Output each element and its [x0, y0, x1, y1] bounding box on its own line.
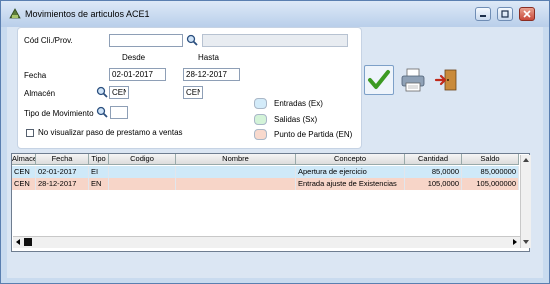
- maximize-icon: [501, 10, 509, 18]
- cell-nombre: [176, 178, 296, 190]
- legend-entradas-label: Entradas (Ex): [274, 99, 323, 108]
- tipo-search-icon[interactable]: [96, 106, 108, 118]
- horizontal-scroll-thumb[interactable]: [24, 238, 32, 246]
- column-header-cantidad[interactable]: Cantidad: [405, 154, 462, 165]
- fecha-hasta-input[interactable]: [183, 68, 240, 81]
- movimientos-window: Movimientos de articulos ACE1 Cód Cli./P…: [0, 0, 550, 284]
- scroll-down-icon[interactable]: [521, 237, 531, 247]
- no-visualizar-checkbox[interactable]: [26, 129, 34, 137]
- column-header-nombre[interactable]: Nombre: [176, 154, 296, 165]
- cell-saldo: 85,000000: [462, 166, 519, 178]
- legend-salidas-label: Salidas (Sx): [274, 115, 318, 124]
- printer-icon: [401, 68, 425, 92]
- hasta-label: Hasta: [198, 53, 219, 62]
- cell-tipo: EN: [89, 178, 109, 190]
- legend-punto-label: Punto de Partida (EN): [274, 130, 353, 139]
- scroll-right-icon[interactable]: [510, 237, 520, 247]
- legend-salidas-swatch: [254, 114, 267, 125]
- cod-label: Cód Cli./Prov.: [24, 36, 73, 45]
- maximize-button[interactable]: [497, 7, 513, 21]
- column-header-saldo[interactable]: Saldo: [462, 154, 519, 165]
- client-area: Cód Cli./Prov. Desde Hasta Fecha Almacén…: [7, 27, 543, 278]
- scroll-left-icon[interactable]: [13, 237, 23, 247]
- almacen-label: Almacén: [24, 89, 56, 98]
- almacen-search-icon[interactable]: [96, 86, 108, 98]
- cell-concepto: Apertura de ejercicio: [296, 166, 405, 178]
- desde-label: Desde: [122, 53, 146, 62]
- cell-fecha: 28-12-2017: [36, 178, 89, 190]
- almacen-hasta-input[interactable]: [183, 86, 203, 99]
- exit-button[interactable]: [432, 65, 462, 95]
- cod-input[interactable]: [109, 34, 183, 47]
- cell-tipo: EI: [89, 166, 109, 178]
- cell-codigo: [109, 166, 176, 178]
- search-icon[interactable]: [186, 34, 198, 46]
- scroll-up-icon[interactable]: [521, 155, 531, 165]
- cell-cantidad: 85,0000: [405, 166, 462, 178]
- minimize-button[interactable]: [475, 7, 491, 21]
- horizontal-scrollbar[interactable]: [13, 236, 520, 248]
- cell-cantidad: 105,0000: [405, 178, 462, 190]
- cell-fecha: 02-01-2017: [36, 166, 89, 178]
- column-header-codigo[interactable]: Codigo: [109, 154, 176, 165]
- tipo-input[interactable]: [110, 106, 128, 119]
- cell-concepto: Entrada ajuste de Existencias: [296, 178, 405, 190]
- column-header-tipo[interactable]: Tipo: [89, 154, 109, 165]
- tipo-label: Tipo de Movimiento: [24, 109, 94, 118]
- cod-name-field: [202, 34, 348, 47]
- close-icon: [523, 10, 531, 18]
- cell-nombre: [176, 166, 296, 178]
- fecha-desde-input[interactable]: [109, 68, 166, 81]
- cell-saldo: 105,000000: [462, 178, 519, 190]
- legend-punto-swatch: [254, 129, 267, 140]
- column-header-almacen[interactable]: Almacen: [12, 154, 36, 165]
- filter-panel: Cód Cli./Prov. Desde Hasta Fecha Almacén…: [17, 27, 362, 149]
- movements-table[interactable]: Almacen Fecha Tipo Codigo Nombre Concept…: [11, 153, 531, 252]
- no-visualizar-label: No visualizar paso de prestamo a ventas: [38, 128, 183, 137]
- close-button[interactable]: [519, 7, 535, 21]
- column-header-fecha[interactable]: Fecha: [36, 154, 89, 165]
- almacen-desde-input[interactable]: [109, 86, 129, 99]
- title-bar[interactable]: Movimientos de articulos ACE1: [1, 1, 549, 27]
- cell-almacen: CEN: [12, 166, 36, 178]
- accept-button[interactable]: [364, 65, 394, 95]
- exit-door-icon: [434, 69, 457, 91]
- print-button[interactable]: [398, 65, 428, 95]
- check-icon: [368, 70, 390, 89]
- cell-codigo: [109, 178, 176, 190]
- minimize-icon: [480, 15, 486, 17]
- window-title: Movimientos de articulos ACE1: [25, 9, 150, 19]
- column-header-concepto[interactable]: Concepto: [296, 154, 405, 165]
- vertical-scrollbar[interactable]: [520, 155, 531, 248]
- cell-almacen: CEN: [12, 178, 36, 190]
- fecha-label: Fecha: [24, 71, 47, 80]
- legend-entradas-swatch: [254, 98, 267, 109]
- app-icon: [9, 8, 21, 19]
